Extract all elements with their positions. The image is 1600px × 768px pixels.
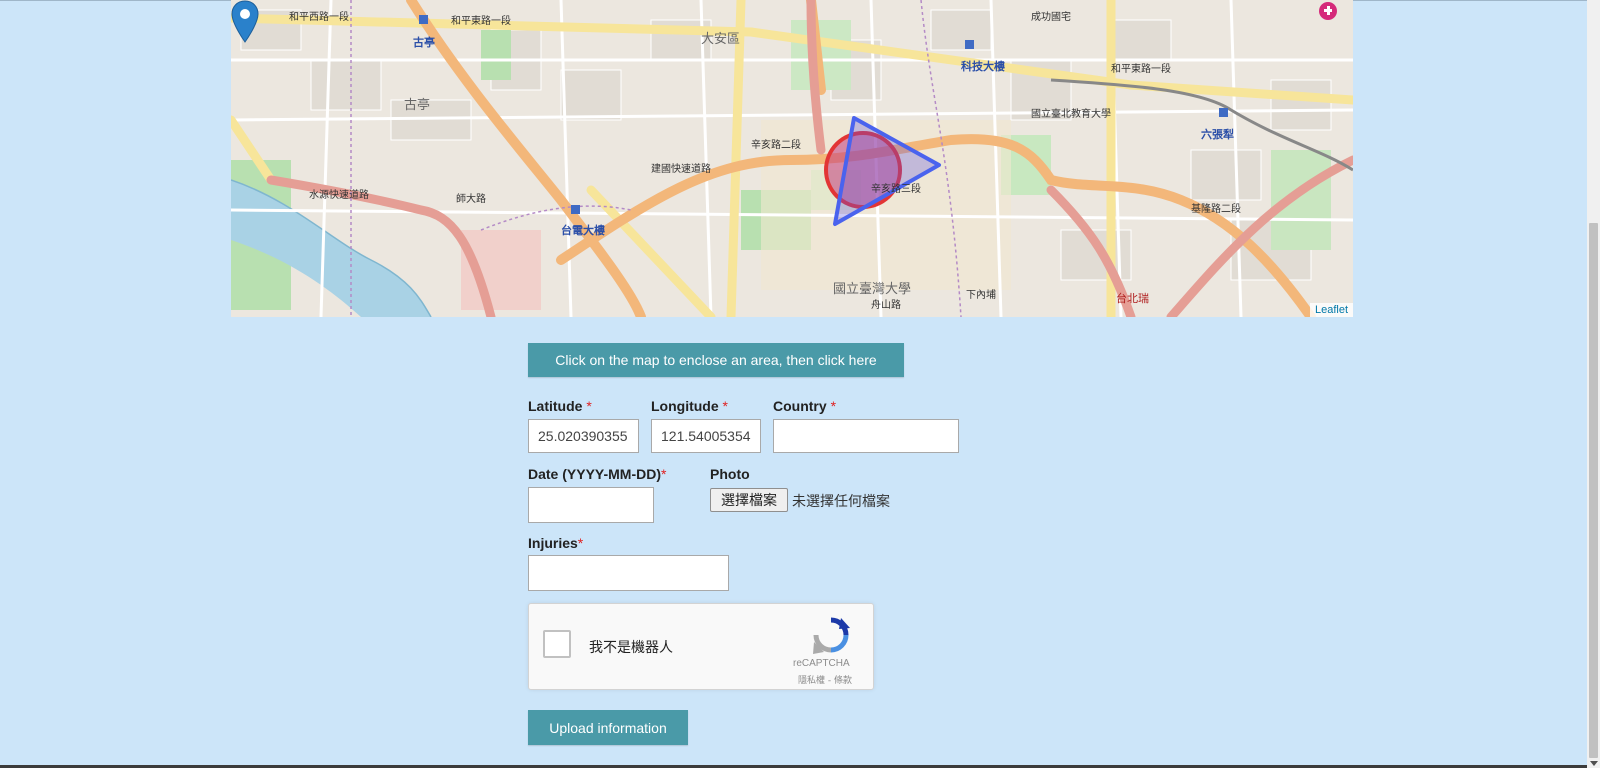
recaptcha-logo-icon [813,617,850,654]
injuries-input[interactable] [528,555,729,591]
map-label: 舟山路 [871,300,901,311]
map-label: 和平東路一段 [1111,64,1171,75]
recaptcha-checkbox[interactable] [543,630,571,658]
upload-information-button[interactable]: Upload information [528,710,688,745]
recaptcha-brand: reCAPTCHA [793,658,850,669]
required-mark: * [586,398,592,414]
map-label: 和平西路一段 [289,12,349,23]
injuries-label-text: Injuries [528,535,578,551]
map-label: 國立臺北教育大學 [1031,109,1111,120]
map-label: 古亭 [413,36,435,49]
scrollbar-thumb[interactable] [1589,223,1598,758]
date-label: Date (YYYY-MM-DD)* [528,466,666,482]
longitude-input[interactable]: 121.54005354 [651,419,761,453]
map-label: 和平東路一段 [451,16,511,27]
latitude-input[interactable]: 25.020390355 [528,419,639,453]
map-label: 水源快速道路 [309,190,369,201]
date-label-text: Date (YYYY-MM-DD) [528,466,662,482]
map[interactable]: 和平西路一段 和平東路一段 和平東路一段 大安區 古亭 古亭 科技大樓 辛亥路二… [231,0,1353,317]
country-label: Country * [773,398,836,414]
injuries-label: Injuries* [528,535,583,551]
enclose-area-button[interactable]: Click on the map to enclose an area, the… [528,343,904,377]
map-label: 辛亥路三段 [871,184,921,195]
recaptcha-links[interactable]: 隱私權 - 條款 [798,673,852,686]
map-label: 成功國宅 [1031,12,1071,23]
date-input[interactable] [528,487,654,523]
country-label-text: Country [773,398,827,414]
country-input[interactable] [773,419,959,453]
latitude-label-text: Latitude [528,398,583,414]
map-label: 國立臺灣大學 [833,282,912,297]
longitude-label: Longitude * [651,398,728,414]
map-label: 師大路 [456,194,486,205]
map-label: 建國快速道路 [651,164,711,175]
map-label: 辛亥路二段 [751,140,801,151]
map-label: 下內埔 [966,290,996,301]
required-mark: * [830,398,837,414]
scroll-down-arrow-icon[interactable] [1590,761,1598,766]
map-label: 基隆路二段 [1191,204,1241,215]
map-label: 台北瑞 [1116,292,1149,305]
longitude-label-text: Longitude [651,398,719,414]
map-label: 科技大樓 [961,60,1005,73]
map-marker-icon[interactable] [231,0,259,44]
required-mark: * [722,398,728,414]
map-label: 大安區 [701,32,741,47]
file-status-text: 未選擇任何檔案 [792,494,890,510]
choose-file-button[interactable]: 選擇檔案 [710,488,788,512]
map-label: 古亭 [404,98,431,113]
map-label: 六張犁 [1201,128,1234,141]
recaptcha-label: 我不是機器人 [589,640,673,656]
required-mark: * [661,466,667,482]
latitude-label: Latitude * [528,398,592,414]
recaptcha-widget: 我不是機器人 reCAPTCHA 隱私權 - 條款 [528,603,874,690]
map-tiles [231,0,1353,317]
leaflet-attribution-link[interactable]: Leaflet [1309,303,1353,317]
required-mark: * [577,535,584,551]
map-label: 台電大樓 [561,224,605,237]
photo-label: Photo [710,466,750,482]
vertical-scrollbar[interactable] [1587,0,1600,768]
